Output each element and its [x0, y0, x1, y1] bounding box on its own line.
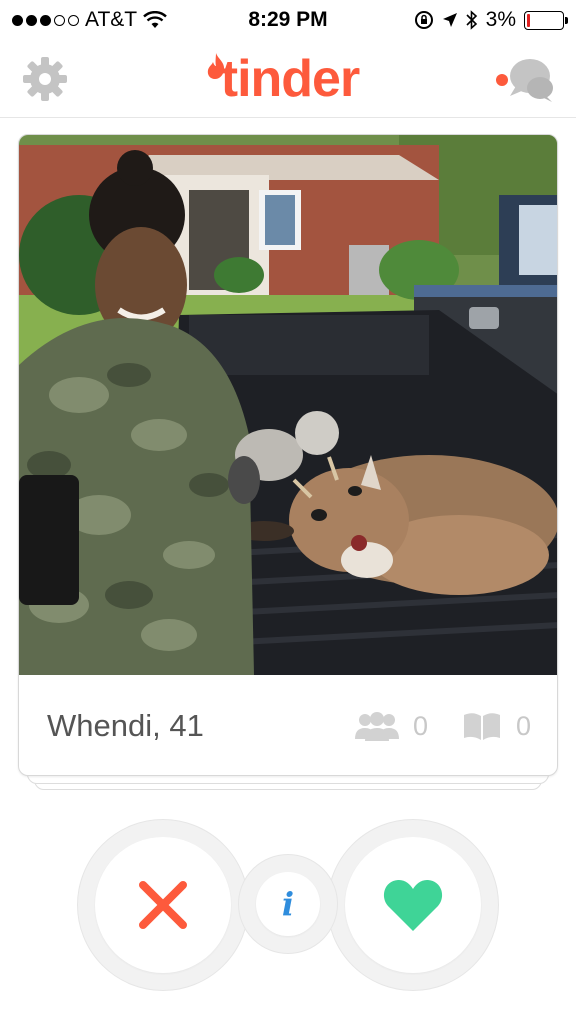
wifi-icon — [143, 11, 167, 28]
open-book-icon — [463, 713, 500, 740]
location-arrow-icon — [442, 13, 457, 27]
bluetooth-icon — [466, 10, 477, 30]
battery-percent: 3% — [485, 8, 516, 31]
profile-name-age: Whendi, 41 — [47, 708, 204, 743]
friends-icon — [354, 712, 399, 741]
rotation-lock-icon — [414, 11, 433, 29]
like-button[interactable] — [345, 837, 481, 973]
shared-interests-stat[interactable]: 0 — [462, 711, 531, 742]
gear-icon[interactable] — [20, 54, 70, 104]
info-icon: i — [281, 885, 295, 923]
battery-icon — [524, 10, 568, 30]
app-header: tinder — [0, 40, 576, 118]
shared-friends-count: 0 — [412, 710, 428, 741]
profile-photo[interactable] — [19, 135, 557, 675]
status-bar-left: AT&T — [12, 8, 202, 32]
profile-info-bar: Whendi, 41 0 0 — [19, 675, 557, 775]
status-bar: AT&T 8:29 PM 3% — [0, 0, 576, 40]
status-bar-right: 3% — [374, 8, 568, 32]
logo-text: tinder — [220, 49, 360, 108]
heart-icon — [383, 879, 443, 931]
shared-interests-count: 0 — [515, 710, 531, 741]
shared-friends-stat[interactable]: 0 — [354, 710, 428, 742]
carrier-name: AT&T — [85, 8, 138, 31]
close-x-icon — [139, 881, 187, 929]
chat-bubbles-icon[interactable] — [494, 54, 556, 104]
profile-card[interactable]: Whendi, 41 0 0 — [18, 134, 558, 776]
signal-strength-icon — [12, 14, 79, 26]
dislike-button[interactable] — [95, 837, 231, 973]
tinder-logo: tinder — [205, 49, 360, 109]
info-button[interactable]: i — [256, 872, 320, 936]
clock: 8:29 PM — [248, 8, 328, 31]
